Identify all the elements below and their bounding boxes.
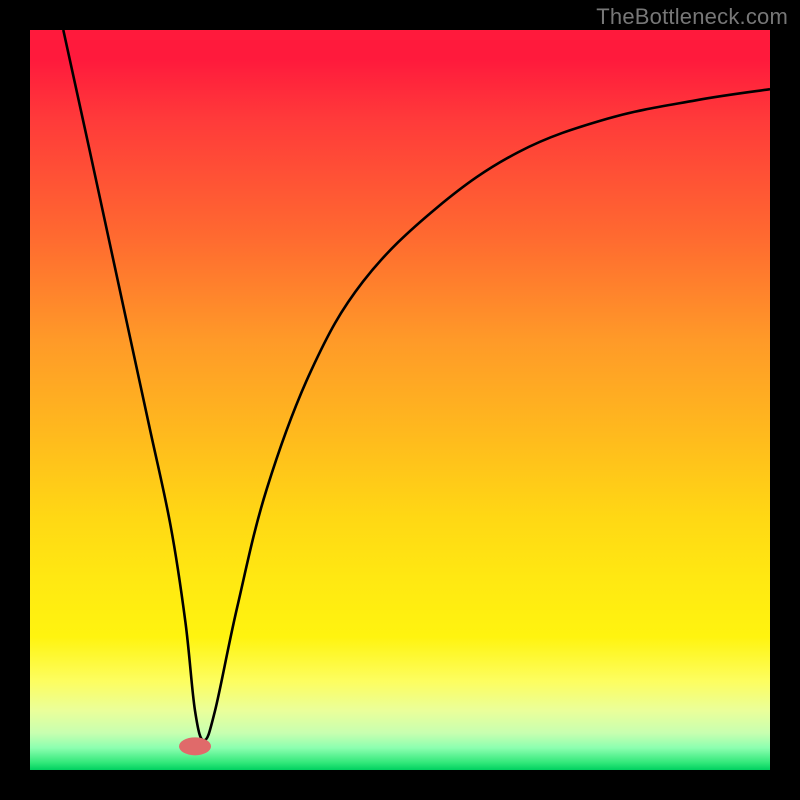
watermark: TheBottleneck.com (596, 4, 788, 30)
plot-area (30, 30, 770, 770)
bottleneck-curve (30, 30, 770, 770)
chart-frame: TheBottleneck.com (0, 0, 800, 800)
optimal-marker-layer (30, 30, 770, 770)
curve-path (63, 30, 770, 740)
optimal-marker (179, 737, 211, 755)
